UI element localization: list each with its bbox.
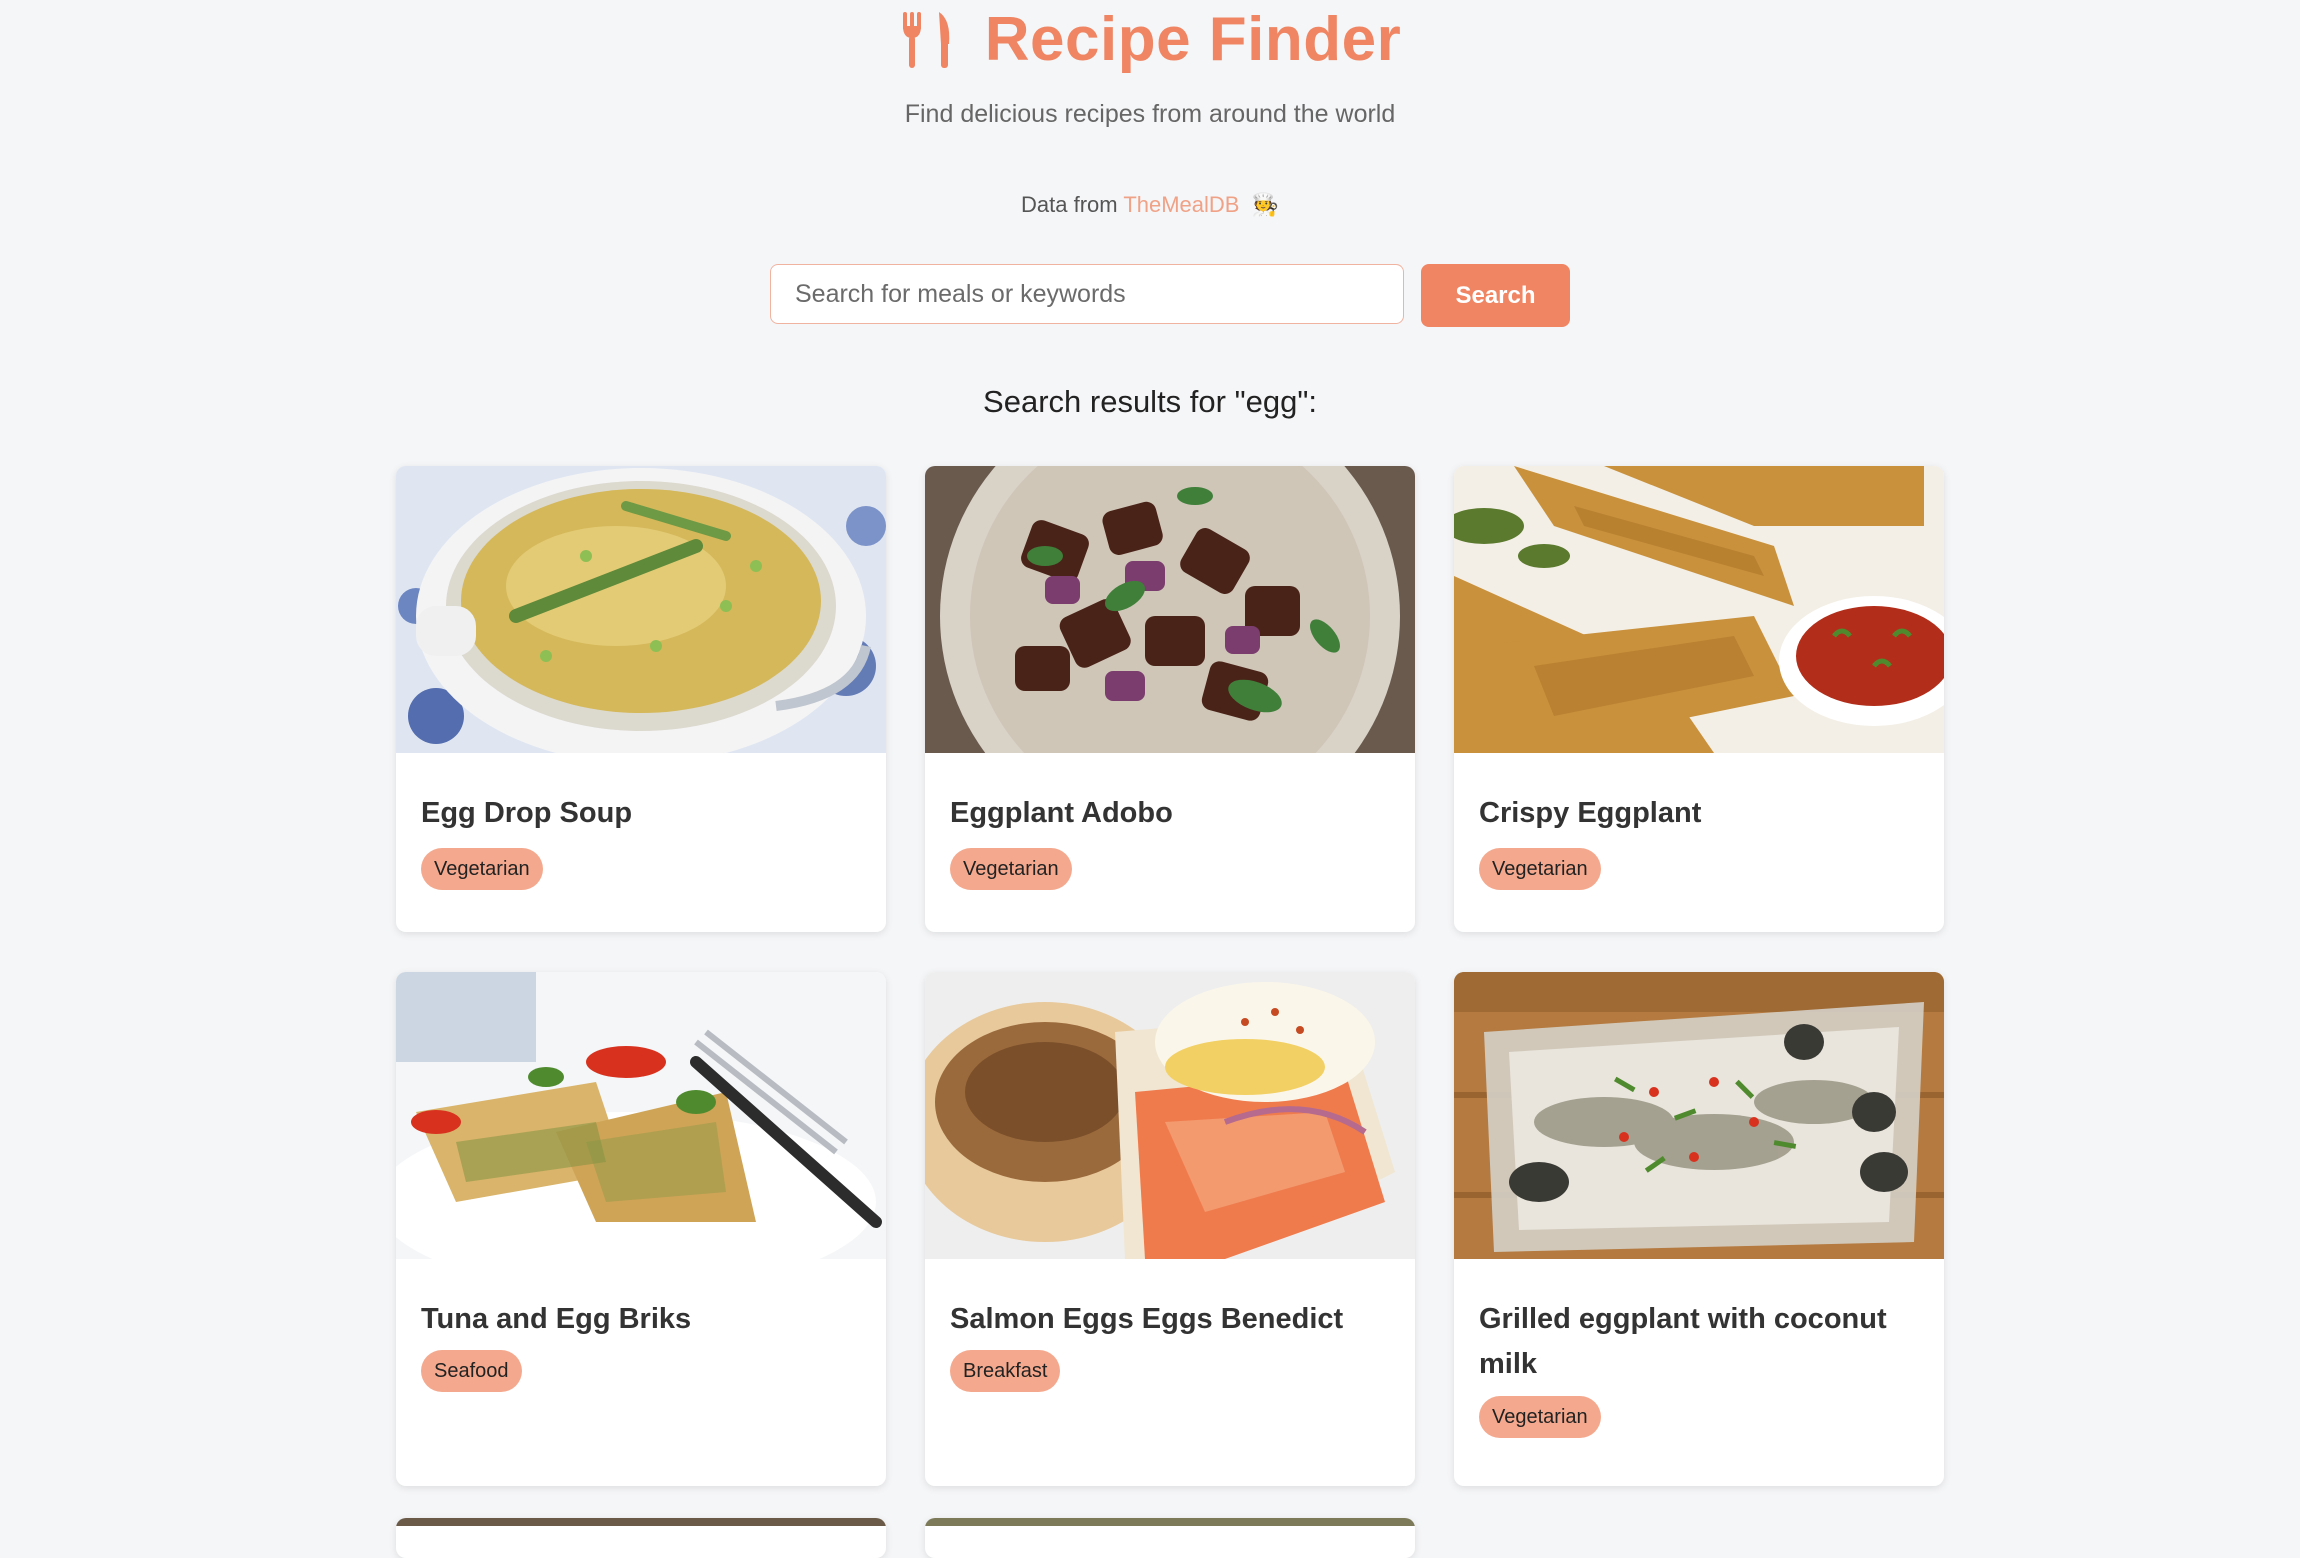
- recipe-image-salmon-eggs-benedict: [925, 972, 1415, 1259]
- recipe-title: Egg Drop Soup: [421, 797, 633, 829]
- category-tag: Seafood: [421, 1350, 522, 1392]
- recipe-card-tuna-and-egg-briks[interactable]: Tuna and Egg Briks Seafood: [396, 972, 886, 1486]
- recipe-card-grilled-eggplant-coconut-milk[interactable]: Grilled eggplant with coconut milk Veget…: [1454, 972, 1944, 1486]
- page-title: Recipe Finder: [984, 5, 1402, 74]
- recipe-title: Eggplant Adobo: [950, 797, 1173, 829]
- recipe-card-eggplant-adobo[interactable]: Eggplant Adobo Vegetarian: [925, 466, 1415, 932]
- recipe-title: Grilled eggplant with coconut milk: [1479, 1303, 1887, 1380]
- recipe-image-grilled-eggplant-coconut-milk: [1454, 972, 1944, 1259]
- themealdb-link[interactable]: TheMealDB: [1123, 192, 1239, 217]
- fork-knife-icon: [899, 10, 955, 70]
- recipe-image-partial: [396, 1518, 886, 1526]
- results-heading: Search results for "egg":: [983, 384, 1317, 419]
- data-credit: Data from TheMealDB 🧑‍🍳: [0, 192, 2300, 218]
- category-tag: Breakfast: [950, 1350, 1061, 1392]
- title-row: Recipe Finder: [0, 0, 2300, 80]
- category-tag: Vegetarian: [1479, 1396, 1601, 1438]
- recipe-image-partial: [925, 1518, 1415, 1526]
- recipe-card-partial[interactable]: [396, 1518, 886, 1558]
- recipe-image-eggplant-adobo: [925, 466, 1415, 753]
- recipe-image-crispy-eggplant: [1454, 466, 1944, 753]
- recipe-card-partial[interactable]: [925, 1518, 1415, 1558]
- category-tag: Vegetarian: [950, 848, 1072, 890]
- chef-icon: 🧑‍🍳: [1251, 192, 1279, 217]
- recipe-title: Tuna and Egg Briks: [421, 1303, 692, 1335]
- category-tag: Vegetarian: [1479, 848, 1601, 890]
- recipe-image-egg-drop-soup: [396, 466, 886, 753]
- recipe-title: Crispy Eggplant: [1479, 797, 1702, 829]
- recipe-image-tuna-and-egg-briks: [396, 972, 886, 1259]
- category-tag: Vegetarian: [421, 848, 543, 890]
- credit-prefix: Data from: [1021, 192, 1118, 217]
- recipe-card-crispy-eggplant[interactable]: Crispy Eggplant Vegetarian: [1454, 466, 1944, 932]
- search-input[interactable]: [770, 264, 1404, 324]
- recipe-title: Salmon Eggs Eggs Benedict: [950, 1303, 1344, 1335]
- recipe-card-egg-drop-soup[interactable]: Egg Drop Soup Vegetarian: [396, 466, 886, 932]
- page-subtitle: Find delicious recipes from around the w…: [904, 100, 1396, 128]
- recipe-card-salmon-eggs-benedict[interactable]: Salmon Eggs Eggs Benedict Breakfast: [925, 972, 1415, 1486]
- search-button[interactable]: Search: [1421, 264, 1570, 327]
